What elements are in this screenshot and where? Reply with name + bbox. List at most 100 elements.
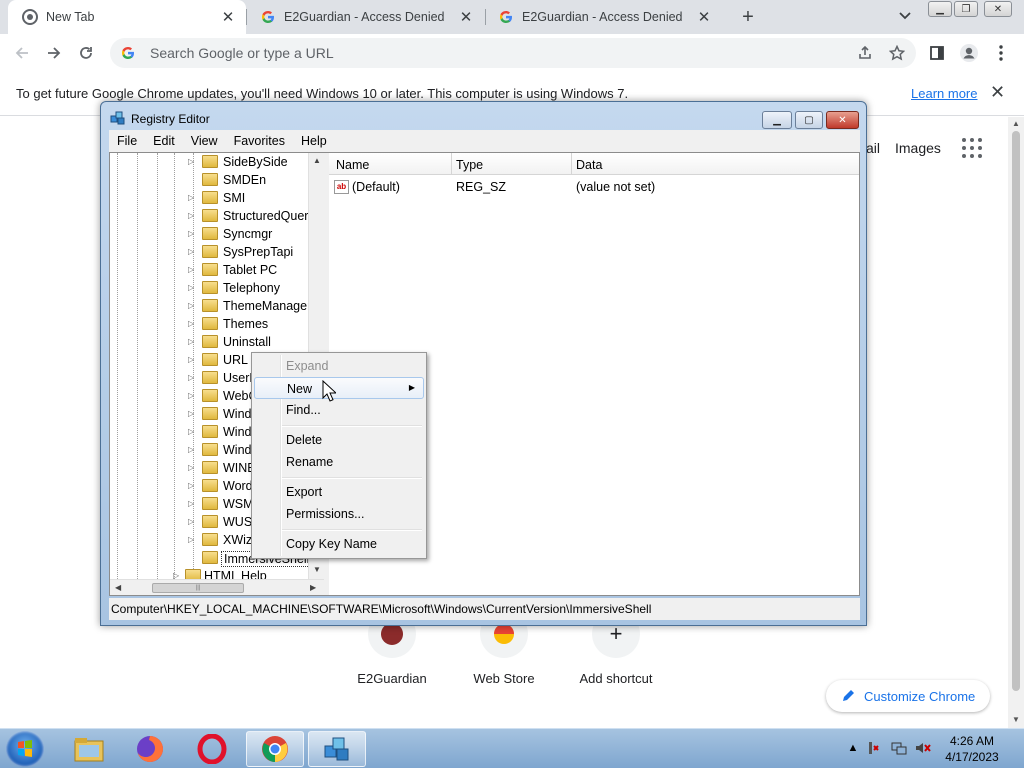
bookmark-button[interactable] bbox=[882, 38, 912, 68]
expand-arrow-icon[interactable]: ▷ bbox=[188, 193, 194, 202]
expand-arrow-icon[interactable]: ▷ bbox=[188, 517, 194, 526]
page-scrollbar[interactable]: ▲ ▼ bbox=[1008, 117, 1024, 728]
menu-file[interactable]: File bbox=[109, 134, 145, 148]
forward-button[interactable] bbox=[40, 39, 68, 67]
tab-e2guardian-1[interactable]: E2Guardian - Access Denied ✕ bbox=[246, 0, 484, 34]
network-icon[interactable] bbox=[891, 740, 907, 756]
expand-arrow-icon[interactable]: ▷ bbox=[188, 463, 194, 472]
tree-key[interactable]: ▷ SysPrepTapi bbox=[110, 243, 308, 261]
minimize-button[interactable]: ▁ bbox=[928, 1, 952, 17]
action-center-icon[interactable] bbox=[867, 740, 883, 756]
expand-arrow-icon[interactable]: ▷ bbox=[188, 337, 194, 346]
tree-key[interactable]: ▷ Uninstall bbox=[110, 333, 308, 351]
expand-arrow-icon[interactable]: ▷ bbox=[188, 229, 194, 238]
start-button[interactable] bbox=[6, 731, 44, 767]
tab-new-tab[interactable]: New Tab ✕ bbox=[8, 0, 246, 34]
profile-button[interactable] bbox=[954, 38, 984, 68]
expand-arrow-icon[interactable]: ▷ bbox=[188, 373, 194, 382]
close-infobar-icon[interactable]: ✕ bbox=[990, 82, 1005, 103]
volume-muted-icon[interactable] bbox=[915, 740, 931, 756]
menu-item-find[interactable]: Find... bbox=[254, 399, 424, 421]
scroll-right-icon[interactable]: ▶ bbox=[310, 583, 316, 592]
back-button[interactable] bbox=[8, 39, 36, 67]
column-name[interactable]: Name bbox=[336, 158, 369, 172]
column-divider[interactable] bbox=[451, 153, 452, 175]
scroll-left-icon[interactable]: ◀ bbox=[115, 583, 121, 592]
new-tab-button[interactable]: + bbox=[736, 5, 760, 29]
tree-key[interactable]: ▷ Syncmgr bbox=[110, 225, 308, 243]
menu-view[interactable]: View bbox=[183, 134, 226, 148]
close-tab-icon[interactable]: ✕ bbox=[456, 7, 476, 27]
tree-key[interactable]: ▷ Tablet PC bbox=[110, 261, 308, 279]
taskbar-chrome[interactable] bbox=[246, 731, 304, 767]
taskbar-explorer[interactable] bbox=[60, 731, 118, 767]
address-input[interactable] bbox=[150, 45, 750, 61]
menu-favorites[interactable]: Favorites bbox=[226, 134, 293, 148]
column-divider[interactable] bbox=[571, 153, 572, 175]
tree-key[interactable]: ▷ SMI bbox=[110, 189, 308, 207]
expand-arrow-icon[interactable]: ▷ bbox=[188, 355, 194, 364]
expand-arrow-icon[interactable]: ▷ bbox=[188, 319, 194, 328]
expand-arrow-icon[interactable]: ▷ bbox=[188, 391, 194, 400]
scroll-down-icon[interactable]: ▼ bbox=[1012, 715, 1020, 724]
expand-arrow-icon[interactable]: ▷ bbox=[188, 301, 194, 310]
menu-item-copy-key-name[interactable]: Copy Key Name bbox=[254, 533, 424, 555]
scrollbar-thumb[interactable]: ||| bbox=[152, 583, 244, 593]
close-tab-icon[interactable]: ✕ bbox=[218, 7, 238, 27]
close-tab-icon[interactable]: ✕ bbox=[694, 7, 714, 27]
restore-button[interactable]: ❐ bbox=[954, 1, 978, 17]
tree-key[interactable]: ▷ ThemeManager bbox=[110, 297, 311, 315]
menu-item-delete[interactable]: Delete bbox=[254, 429, 424, 451]
menu-item-expand[interactable]: Expand bbox=[254, 355, 424, 377]
google-apps-icon[interactable] bbox=[962, 138, 982, 158]
gmail-link[interactable]: ail bbox=[866, 140, 880, 156]
expand-arrow-icon[interactable]: ▷ bbox=[188, 481, 194, 490]
value-row[interactable]: ab (Default) REG_SZ (value not set) bbox=[329, 177, 859, 197]
expand-arrow-icon[interactable]: ▷ bbox=[188, 157, 194, 166]
menu-item-new[interactable]: New ▶ bbox=[254, 377, 424, 399]
expand-arrow-icon[interactable]: ▷ bbox=[188, 409, 194, 418]
tree-key[interactable]: ▷ Telephony bbox=[110, 279, 308, 297]
tree-key[interactable]: ▷ Themes bbox=[110, 315, 308, 333]
taskbar-regedit[interactable] bbox=[308, 731, 366, 767]
expand-arrow-icon[interactable]: ▷ bbox=[188, 445, 194, 454]
chrome-menu-button[interactable] bbox=[986, 38, 1016, 68]
scroll-up-icon[interactable]: ▲ bbox=[313, 156, 321, 165]
scroll-up-icon[interactable]: ▲ bbox=[1012, 119, 1020, 128]
expand-arrow-icon[interactable]: ▷ bbox=[188, 211, 194, 220]
regedit-close-button[interactable]: ✕ bbox=[826, 111, 859, 129]
menu-help[interactable]: Help bbox=[293, 134, 335, 148]
side-panel-button[interactable] bbox=[922, 38, 952, 68]
expand-arrow-icon[interactable]: ▷ bbox=[188, 535, 194, 544]
reload-button[interactable] bbox=[72, 39, 100, 67]
tree-key[interactable]: SMDEn bbox=[110, 171, 308, 189]
taskbar-opera[interactable] bbox=[183, 731, 241, 767]
regedit-minimize-button[interactable]: ▁ bbox=[762, 111, 792, 129]
expand-arrow-icon[interactable]: ▷ bbox=[188, 499, 194, 508]
show-hidden-icons-icon[interactable]: ▲ bbox=[845, 740, 861, 756]
regedit-titlebar[interactable]: Registry Editor ▁ ▢ ✕ bbox=[101, 102, 866, 130]
expand-arrow-icon[interactable]: ▷ bbox=[188, 427, 194, 436]
omnibox[interactable] bbox=[110, 38, 916, 68]
column-data[interactable]: Data bbox=[576, 158, 602, 172]
scroll-down-icon[interactable]: ▼ bbox=[313, 565, 321, 574]
tab-search-button[interactable] bbox=[894, 5, 916, 27]
menu-item-permissions[interactable]: Permissions... bbox=[254, 503, 424, 525]
expand-arrow-icon[interactable]: ▷ bbox=[188, 265, 194, 274]
expand-arrow-icon[interactable]: ▷ bbox=[188, 283, 194, 292]
menu-item-rename[interactable]: Rename bbox=[254, 451, 424, 473]
tab-e2guardian-2[interactable]: E2Guardian - Access Denied ✕ bbox=[484, 0, 722, 34]
images-link[interactable]: Images bbox=[895, 140, 941, 156]
share-button[interactable] bbox=[850, 38, 880, 68]
learn-more-link[interactable]: Learn more bbox=[911, 86, 977, 101]
column-type[interactable]: Type bbox=[456, 158, 483, 172]
scrollbar-thumb[interactable] bbox=[1012, 131, 1020, 691]
customize-chrome-button[interactable]: Customize Chrome bbox=[826, 680, 990, 712]
expand-arrow-icon[interactable]: ▷ bbox=[188, 247, 194, 256]
menu-item-export[interactable]: Export bbox=[254, 481, 424, 503]
menu-edit[interactable]: Edit bbox=[145, 134, 183, 148]
tree-key[interactable]: ▷ SideBySide bbox=[110, 153, 308, 171]
regedit-maximize-button[interactable]: ▢ bbox=[795, 111, 823, 129]
taskbar-firefox[interactable] bbox=[121, 731, 179, 767]
taskbar-clock[interactable]: 4:26 AM 4/17/2023 bbox=[930, 733, 1014, 765]
